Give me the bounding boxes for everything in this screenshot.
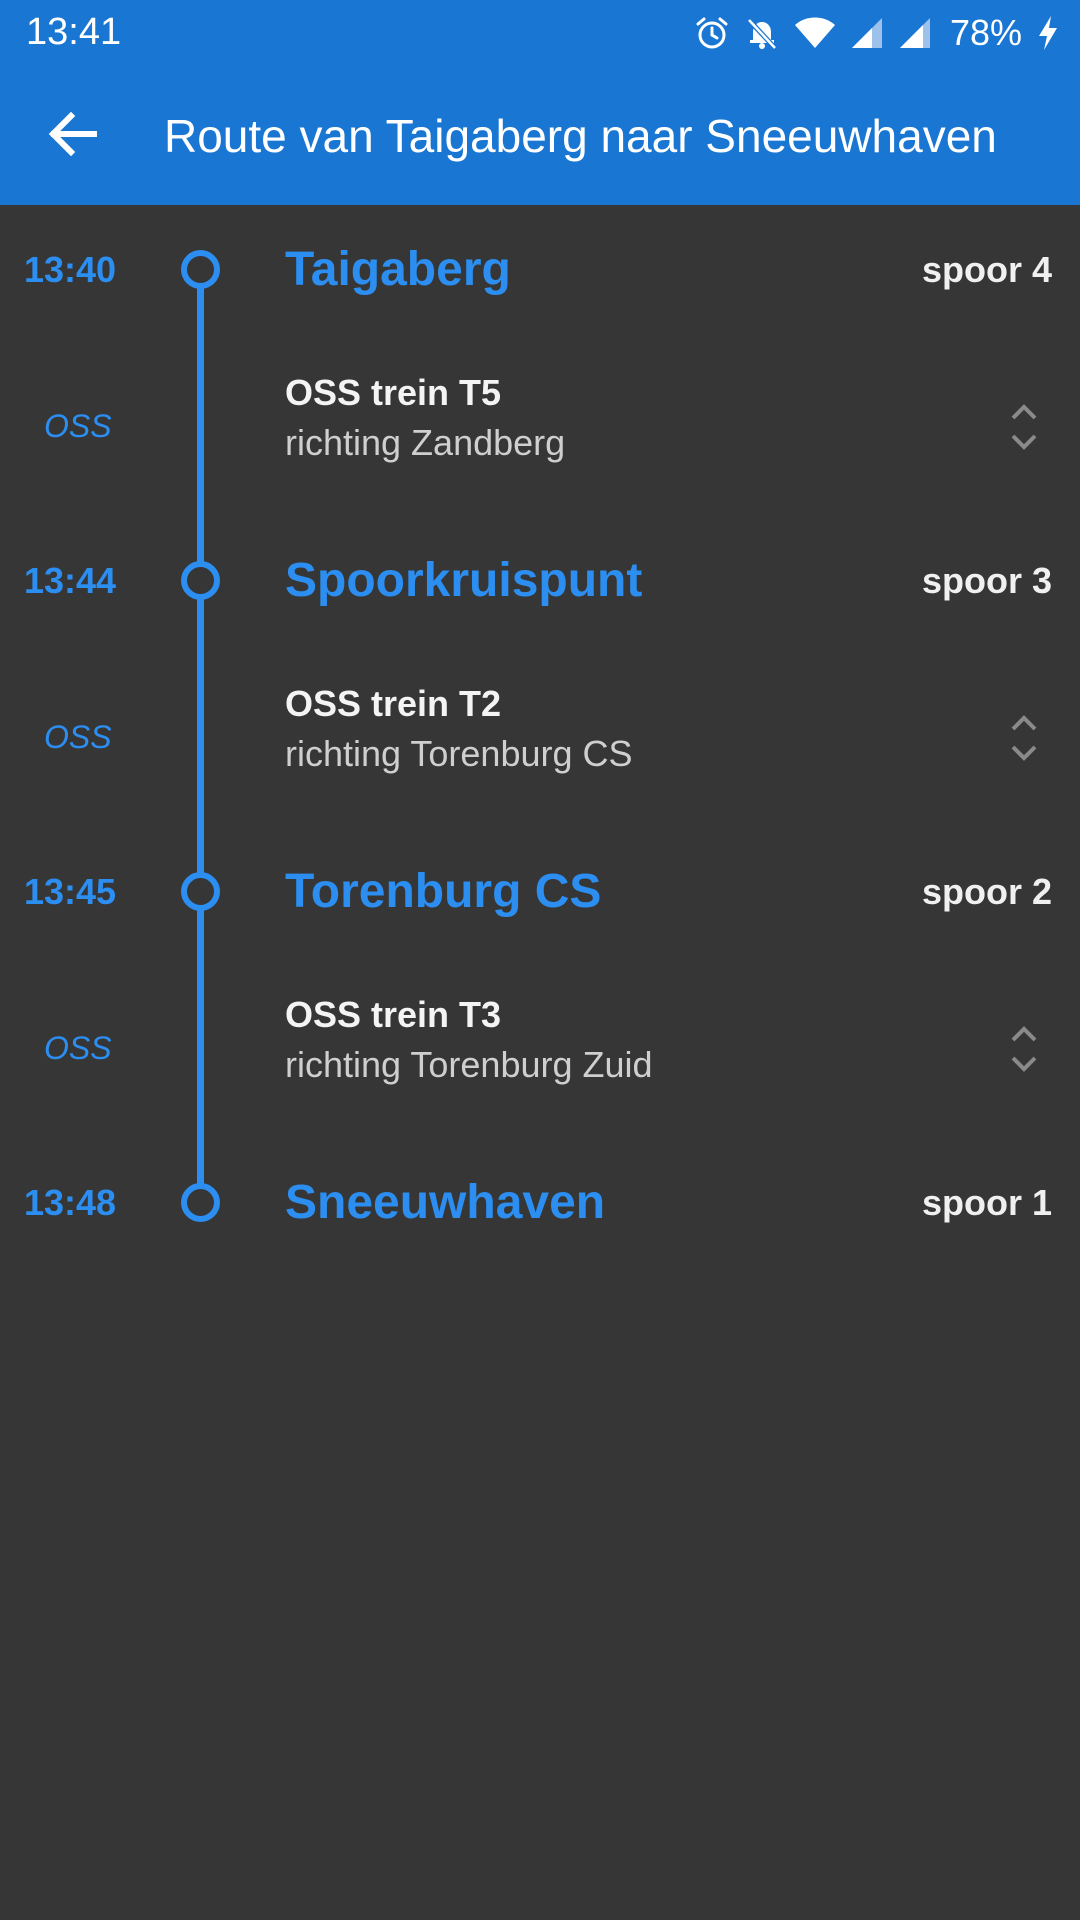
- stop-time: 13:44: [24, 560, 117, 601]
- stop-name: Torenburg CS: [285, 865, 602, 918]
- stop-platform: spoor 2: [921, 871, 1052, 912]
- leg-operator: OSS: [44, 408, 112, 444]
- battery-level: 78%: [949, 12, 1022, 53]
- stop-platform: spoor 4: [921, 249, 1052, 290]
- status-time: 13:41: [26, 11, 122, 53]
- charging-icon: [1036, 15, 1060, 51]
- route-timeline: 13:40 Taigaberg spoor 4 OSS OSS trein T5…: [0, 205, 1080, 1920]
- stop-name: Sneeuwhaven: [285, 1176, 606, 1229]
- alarm-icon: [694, 15, 730, 51]
- stop-marker: [181, 872, 220, 911]
- leg-row[interactable]: OSS OSS trein T2 richting Torenburg CS: [0, 666, 1080, 806]
- leg-title: OSS trein T2: [285, 683, 502, 724]
- stop-row: 13:40 Taigaberg spoor 4: [0, 230, 1080, 310]
- leg-row[interactable]: OSS OSS trein T5 richting Zandberg: [0, 355, 1080, 495]
- leg-direction: richting Zandberg: [285, 422, 566, 463]
- expand-icon[interactable]: [1004, 708, 1044, 768]
- leg-title: OSS trein T5: [285, 372, 502, 413]
- stop-time: 13:48: [24, 1182, 117, 1223]
- stop-marker: [181, 250, 220, 289]
- leg-operator: OSS: [44, 1030, 112, 1066]
- stop-row: 13:45 Torenburg CS spoor 2: [0, 852, 1080, 932]
- stop-time: 13:45: [24, 871, 117, 912]
- stop-platform: spoor 1: [921, 1182, 1052, 1223]
- stop-row: 13:44 Spoorkruispunt spoor 3: [0, 541, 1080, 621]
- stop-name: Taigaberg: [285, 243, 511, 296]
- leg-row[interactable]: OSS OSS trein T3 richting Torenburg Zuid: [0, 977, 1080, 1117]
- status-icons: 78%: [694, 10, 1060, 56]
- stop-marker: [181, 1183, 220, 1222]
- notifications-off-icon: [744, 15, 780, 51]
- page-title: Route van Taigaberg naar Sneeuwhaven: [164, 110, 997, 162]
- stop-marker: [181, 561, 220, 600]
- stop-time: 13:40: [24, 249, 117, 290]
- app-bar: 13:41 78% Route van Taigaberg naar Sneeu…: [0, 0, 1080, 205]
- leg-title: OSS trein T3: [285, 994, 502, 1035]
- leg-operator: OSS: [44, 719, 112, 755]
- stop-platform: spoor 3: [921, 560, 1052, 601]
- expand-icon[interactable]: [1004, 397, 1044, 457]
- stop-row: 13:48 Sneeuwhaven spoor 1: [0, 1163, 1080, 1243]
- leg-direction: richting Torenburg Zuid: [285, 1044, 653, 1085]
- leg-direction: richting Torenburg CS: [285, 733, 633, 774]
- stop-name: Spoorkruispunt: [285, 554, 643, 607]
- back-button[interactable]: [30, 94, 114, 178]
- status-bar: 13:41 78%: [0, 0, 1080, 66]
- signal-icon: [898, 16, 932, 50]
- expand-icon[interactable]: [1004, 1019, 1044, 1079]
- wifi-icon: [794, 16, 836, 50]
- arrow-left-icon: [44, 106, 100, 167]
- signal-icon: [850, 16, 884, 50]
- toolbar: Route van Taigaberg naar Sneeuwhaven: [0, 66, 1080, 205]
